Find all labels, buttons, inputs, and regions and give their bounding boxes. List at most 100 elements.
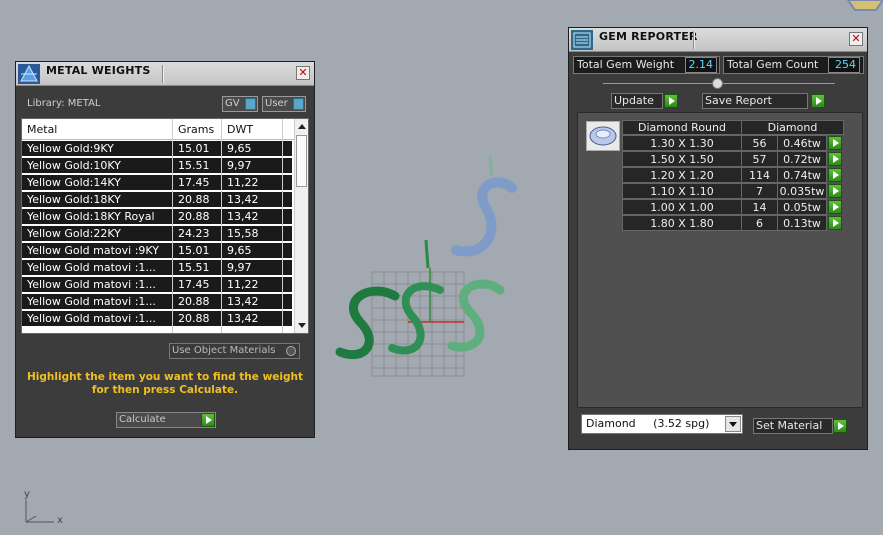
gem-weight-cell: 0.46tw <box>777 135 827 151</box>
dwt-cell: 15,58 <box>227 227 259 240</box>
metal-name-cell: Yellow Gold matovi :1... <box>27 312 156 325</box>
metal-weights-close-button[interactable]: ✕ <box>296 66 310 80</box>
select-gem-icon[interactable] <box>828 136 842 150</box>
column-header-dwt[interactable]: DWT <box>227 123 253 136</box>
set-material-button[interactable]: Set Material <box>753 418 833 434</box>
metal-name-cell: Yellow Gold:9KY <box>27 142 114 155</box>
metal-name-cell: Yellow Gold:14KY <box>27 176 121 189</box>
material-select[interactable]: Diamond (3.52 spg) <box>581 414 743 434</box>
splitter-handle[interactable] <box>712 78 723 89</box>
table-row[interactable]: Yellow Gold matovi :9KY 15.01 9,65 <box>22 243 292 259</box>
save-report-button[interactable]: Save Report <box>702 93 808 109</box>
instruction-line-2: for then press Calculate. <box>91 384 239 396</box>
select-gem-icon[interactable] <box>828 200 842 214</box>
table-row[interactable]: Yellow Gold:14KY 17.45 11,22 <box>22 175 292 191</box>
gem-material-header: Diamond <box>741 120 844 135</box>
metal-name-cell: Yellow Gold matovi :1... <box>27 278 156 291</box>
metal-weights-title: METAL WEIGHTS <box>46 64 151 77</box>
metal-weights-app-icon <box>18 64 40 84</box>
metal-table[interactable]: Metal Grams DWT Yellow Gold:9KY 15.01 9,65… <box>21 118 309 334</box>
table-row[interactable]: Yellow Gold:22KY 24.23 15,58 <box>22 226 292 242</box>
calculate-go-icon[interactable] <box>201 413 215 427</box>
gem-count-cell: 6 <box>741 215 778 231</box>
gem-count-cell: 7 <box>741 183 778 199</box>
grams-cell: 15.01 <box>178 142 210 155</box>
select-gem-icon[interactable] <box>828 184 842 198</box>
dwt-cell: 13,42 <box>227 312 259 325</box>
column-divider <box>282 119 283 333</box>
dwt-cell: 11,22 <box>227 176 259 189</box>
gem-reporter-panel: GEM REPORTER ✕ Total Gem Weight 2.14 Tot… <box>568 27 868 450</box>
table-row[interactable]: Yellow Gold matovi :1... 17.45 11,22 <box>22 277 292 293</box>
table-row[interactable]: Yellow Gold:18KY Royal 20.88 13,42 <box>22 209 292 225</box>
table-row[interactable]: Yellow Gold matovi :1... 15.51 9,97 <box>22 260 292 276</box>
user-toggle-label: User <box>265 98 288 109</box>
gv-toggle-label: GV <box>225 98 240 109</box>
select-gem-icon[interactable] <box>828 168 842 182</box>
title-separator <box>693 31 694 49</box>
diamond-gem-thumbnail <box>586 121 620 151</box>
chevron-down-icon[interactable] <box>725 416 741 432</box>
gem-weight-cell: 0.05tw <box>777 199 827 215</box>
set-material-label: Set Material <box>756 419 823 432</box>
column-header-grams[interactable]: Grams <box>178 123 214 136</box>
dwt-cell: 13,42 <box>227 210 259 223</box>
use-object-materials-radio[interactable] <box>286 346 296 356</box>
column-divider <box>172 119 173 333</box>
user-toggle[interactable]: User <box>262 96 306 112</box>
table-row[interactable]: Yellow Gold matovi :1... 20.88 13,42 <box>22 294 292 310</box>
total-gem-count-label: Total Gem Count <box>727 58 819 71</box>
gem-reporter-title: GEM REPORTER <box>599 30 698 43</box>
gem-size-cell: 1.00 X 1.00 <box>622 199 742 215</box>
total-gem-weight-label: Total Gem Weight <box>577 58 675 71</box>
grams-cell: 20.88 <box>178 193 210 206</box>
scrollbar-thumb[interactable] <box>296 135 307 187</box>
table-row[interactable]: Yellow Gold matovi :1... 20.88 13,42 <box>22 311 292 327</box>
gem-reporter-titlebar[interactable]: GEM REPORTER ✕ <box>569 28 867 52</box>
grams-cell: 20.88 <box>178 295 210 308</box>
column-header-metal[interactable]: Metal <box>27 123 57 136</box>
gem-size-cell: 1.80 X 1.80 <box>622 215 742 231</box>
metal-name-cell: Yellow Gold:10KY <box>27 159 121 172</box>
total-gem-count-value: 254 <box>828 57 860 73</box>
gem-weight-cell: 0.74tw <box>777 167 827 183</box>
gem-reporter-close-button[interactable]: ✕ <box>849 32 863 46</box>
title-separator <box>162 65 163 83</box>
grams-cell: 17.45 <box>178 278 210 291</box>
scroll-down-icon[interactable] <box>298 323 306 328</box>
select-gem-icon[interactable] <box>828 216 842 230</box>
metal-weights-panel: METAL WEIGHTS ✕ Library: METAL GV User M… <box>15 61 315 438</box>
metal-table-scrollbar[interactable] <box>294 119 308 333</box>
table-row[interactable]: Yellow Gold:18KY 20.88 13,42 <box>22 192 292 208</box>
select-gem-icon[interactable] <box>828 152 842 166</box>
dwt-cell: 13,42 <box>227 295 259 308</box>
gem-shape-header: Diamond Round <box>622 120 742 135</box>
grams-cell: 15.01 <box>178 244 210 257</box>
gem-size-cell: 1.10 X 1.10 <box>622 183 742 199</box>
gem-size-cell: 1.30 X 1.30 <box>622 135 742 151</box>
gv-toggle[interactable]: GV <box>222 96 258 112</box>
scroll-up-icon[interactable] <box>298 124 306 129</box>
metal-name-cell: Yellow Gold:18KY Royal <box>27 210 155 223</box>
calculate-label: Calculate <box>119 414 166 425</box>
axis-x-label: x <box>57 515 63 526</box>
grams-cell: 15.51 <box>178 159 210 172</box>
instruction-line-1: Highlight the item you want to find the … <box>27 371 303 383</box>
update-button[interactable]: Update <box>611 93 663 109</box>
total-gem-weight-value: 2.14 <box>685 57 717 73</box>
metal-name-cell: Yellow Gold matovi :1... <box>27 295 156 308</box>
metal-weights-titlebar[interactable]: METAL WEIGHTS ✕ <box>16 62 314 86</box>
save-report-label: Save Report <box>705 94 772 107</box>
use-object-materials-toggle[interactable]: Use Object Materials <box>169 343 300 359</box>
dwt-cell: 9,97 <box>227 261 252 274</box>
table-row[interactable]: Yellow Gold:10KY 15.51 9,97 <box>22 158 292 174</box>
table-row[interactable]: Yellow Gold:9KY 15.01 9,65 <box>22 141 292 157</box>
update-go-icon[interactable] <box>664 94 678 108</box>
set-material-go-icon[interactable] <box>833 419 847 433</box>
gem-count-cell: 114 <box>741 167 778 183</box>
gem-count-cell: 57 <box>741 151 778 167</box>
gem-list-area: Diamond Round Diamond 1.30 X 1.30 56 0.46t… <box>577 112 863 408</box>
metal-name-cell: Yellow Gold:22KY <box>27 227 121 240</box>
save-report-go-icon[interactable] <box>811 94 825 108</box>
grams-cell: 15.51 <box>178 261 210 274</box>
